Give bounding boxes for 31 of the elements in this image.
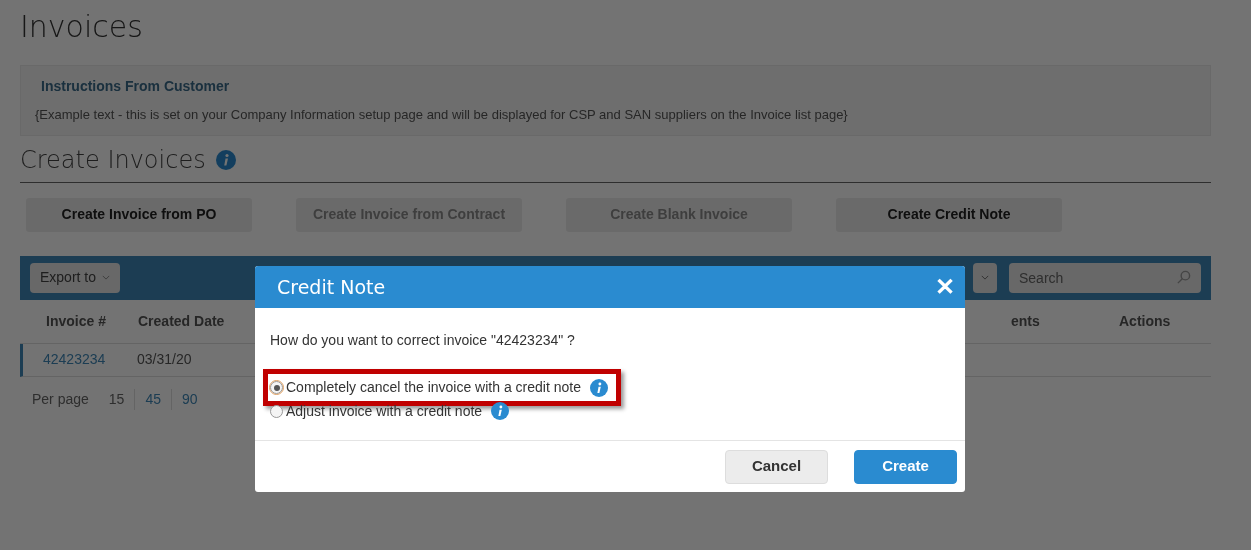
column-header: ents <box>1011 311 1041 331</box>
page-size-option[interactable]: 15 <box>98 388 136 410</box>
caret-icon <box>981 275 989 280</box>
column-header: Created Date <box>137 311 226 331</box>
cancel-button[interactable]: Cancel <box>725 449 828 484</box>
search-field[interactable]: Search <box>1009 262 1201 293</box>
column-header: Invoice # <box>45 311 107 331</box>
per-page-label: Per page <box>32 389 89 409</box>
column-header: Actions <box>1118 311 1172 331</box>
create-button[interactable]: Create Invoice from PO <box>26 197 252 232</box>
page-size-option[interactable]: 90 <box>172 388 208 410</box>
close-button[interactable]: ✕ <box>935 275 955 299</box>
option-label: Adjust invoice with a credit note <box>286 401 483 421</box>
dialog-question: How do you want to correct invoice "42423234" ? <box>270 331 575 350</box>
create-button[interactable]: Create <box>854 449 957 484</box>
page-size-option[interactable]: 45 <box>135 388 172 410</box>
create-button[interactable]: Create Credit Note <box>836 197 1062 232</box>
page-title: Invoices <box>20 8 143 46</box>
search-icon <box>1176 269 1191 285</box>
info-icon[interactable] <box>589 378 608 397</box>
caret-icon <box>102 275 111 280</box>
option-label: Completely cancel the invoice with a credit note <box>286 378 581 397</box>
instructions-text: {Example text - this is set on your Company Information setup page and will be displayed for CSP and SAN suppliers on the Invoice list page} <box>35 106 848 124</box>
table-cell-text: 03/31/20 <box>136 350 193 369</box>
export-dropdown[interactable]: Export to <box>30 262 121 293</box>
section-title: Create Invoices <box>20 144 206 176</box>
invoice-link[interactable]: 42423234 <box>23 349 123 370</box>
instructions-title: Instructions From Customer <box>40 77 230 96</box>
dialog-title: Credit Note <box>277 274 386 300</box>
radio-button[interactable] <box>270 381 283 394</box>
info-icon[interactable] <box>491 402 510 420</box>
